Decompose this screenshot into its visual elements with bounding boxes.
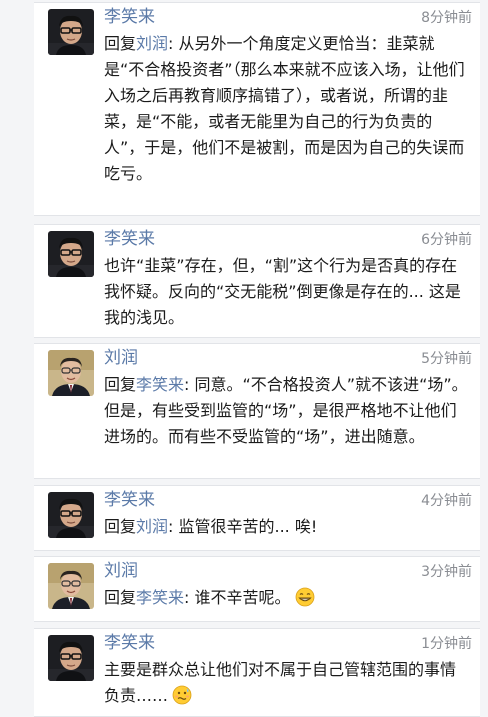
- reply-prefix: 回复: [104, 375, 137, 394]
- reply-prefix: 回复: [104, 517, 137, 536]
- comment-text: : 从另外一个角度定义更恰当：韭菜就是“不合格投资者”（那么本来就不应该入场，让…: [104, 34, 465, 183]
- reply-target-link[interactable]: 刘润: [136, 517, 168, 536]
- comment-body: 主要是群众总让他们对不属于自己管辖范围的事情负责……: [104, 657, 470, 709]
- comment-time: 6分钟前: [421, 232, 472, 248]
- avatar-icon[interactable]: [48, 635, 94, 681]
- reply-prefix: 回复: [104, 588, 137, 607]
- comment-item: 李笑来 8分钟前 回复刘润: 从另外一个角度定义更恰当：韭菜就是“不合格投资者”…: [34, 2, 480, 216]
- grin-emoji-icon: [295, 587, 315, 607]
- comment-text: : 谁不辛苦呢。: [184, 588, 291, 607]
- reply-target-link[interactable]: 李笑来: [136, 375, 184, 394]
- comment-author[interactable]: 刘润: [104, 346, 138, 370]
- avatar-icon[interactable]: [48, 231, 94, 277]
- comment-text: 主要是群众总让他们对不属于自己管辖范围的事情负责……: [104, 660, 457, 705]
- comment-body: 回复李笑来: 同意。“不合格投资人”就不该进“场”。但是，有些受到监管的“场”，…: [104, 372, 470, 450]
- comment-body: 回复刘润: 监管很辛苦的... 唉!: [104, 514, 470, 540]
- reply-target-link[interactable]: 刘润: [136, 34, 168, 53]
- comment-time: 3分钟前: [421, 564, 472, 580]
- comment-text: 也许“韭菜”存在，但，“割”这个行为是否真的存在我怀疑。反向的“交无能税”倒更像…: [104, 256, 461, 327]
- comment-author[interactable]: 李笑来: [104, 488, 155, 512]
- comment-item: 李笑来 6分钟前 也许“韭菜”存在，但，“割”这个行为是否真的存在我怀疑。反向的…: [34, 224, 480, 338]
- comment-time: 5分钟前: [421, 351, 472, 367]
- avatar-icon[interactable]: [48, 492, 94, 538]
- comment-time: 1分钟前: [421, 636, 472, 652]
- comment-item: 李笑来 1分钟前 主要是群众总让他们对不属于自己管辖范围的事情负责……: [34, 628, 480, 717]
- comment-author[interactable]: 李笑来: [104, 227, 155, 251]
- reply-prefix: 回复: [104, 34, 137, 53]
- avatar-icon[interactable]: [48, 350, 94, 396]
- comment-body: 回复刘润: 从另外一个角度定义更恰当：韭菜就是“不合格投资者”（那么本来就不应该…: [104, 31, 470, 187]
- reply-target-link[interactable]: 李笑来: [136, 588, 184, 607]
- comment-author[interactable]: 刘润: [104, 559, 138, 583]
- avatar-icon[interactable]: [48, 9, 94, 55]
- comment-item: 李笑来 4分钟前 回复刘润: 监管很辛苦的... 唉!: [34, 485, 480, 551]
- comment-time: 4分钟前: [421, 493, 472, 509]
- comment-text: : 监管很辛苦的... 唉!: [168, 517, 318, 536]
- comment-feed: 李笑来 8分钟前 回复刘润: 从另外一个角度定义更恰当：韭菜就是“不合格投资者”…: [0, 0, 488, 717]
- awkward-emoji-icon: [172, 685, 192, 705]
- comment-body: 也许“韭菜”存在，但，“割”这个行为是否真的存在我怀疑。反向的“交无能税”倒更像…: [104, 253, 470, 331]
- comment-time: 8分钟前: [421, 10, 472, 26]
- comment-author[interactable]: 李笑来: [104, 631, 155, 655]
- comment-body: 回复李笑来: 谁不辛苦呢。: [104, 585, 470, 611]
- comment-item: 刘润 5分钟前 回复李笑来: 同意。“不合格投资人”就不该进“场”。但是，有些受…: [34, 343, 480, 479]
- comment-author[interactable]: 李笑来: [104, 5, 155, 29]
- avatar-icon[interactable]: [48, 563, 94, 609]
- comment-item: 刘润 3分钟前 回复李笑来: 谁不辛苦呢。: [34, 556, 480, 622]
